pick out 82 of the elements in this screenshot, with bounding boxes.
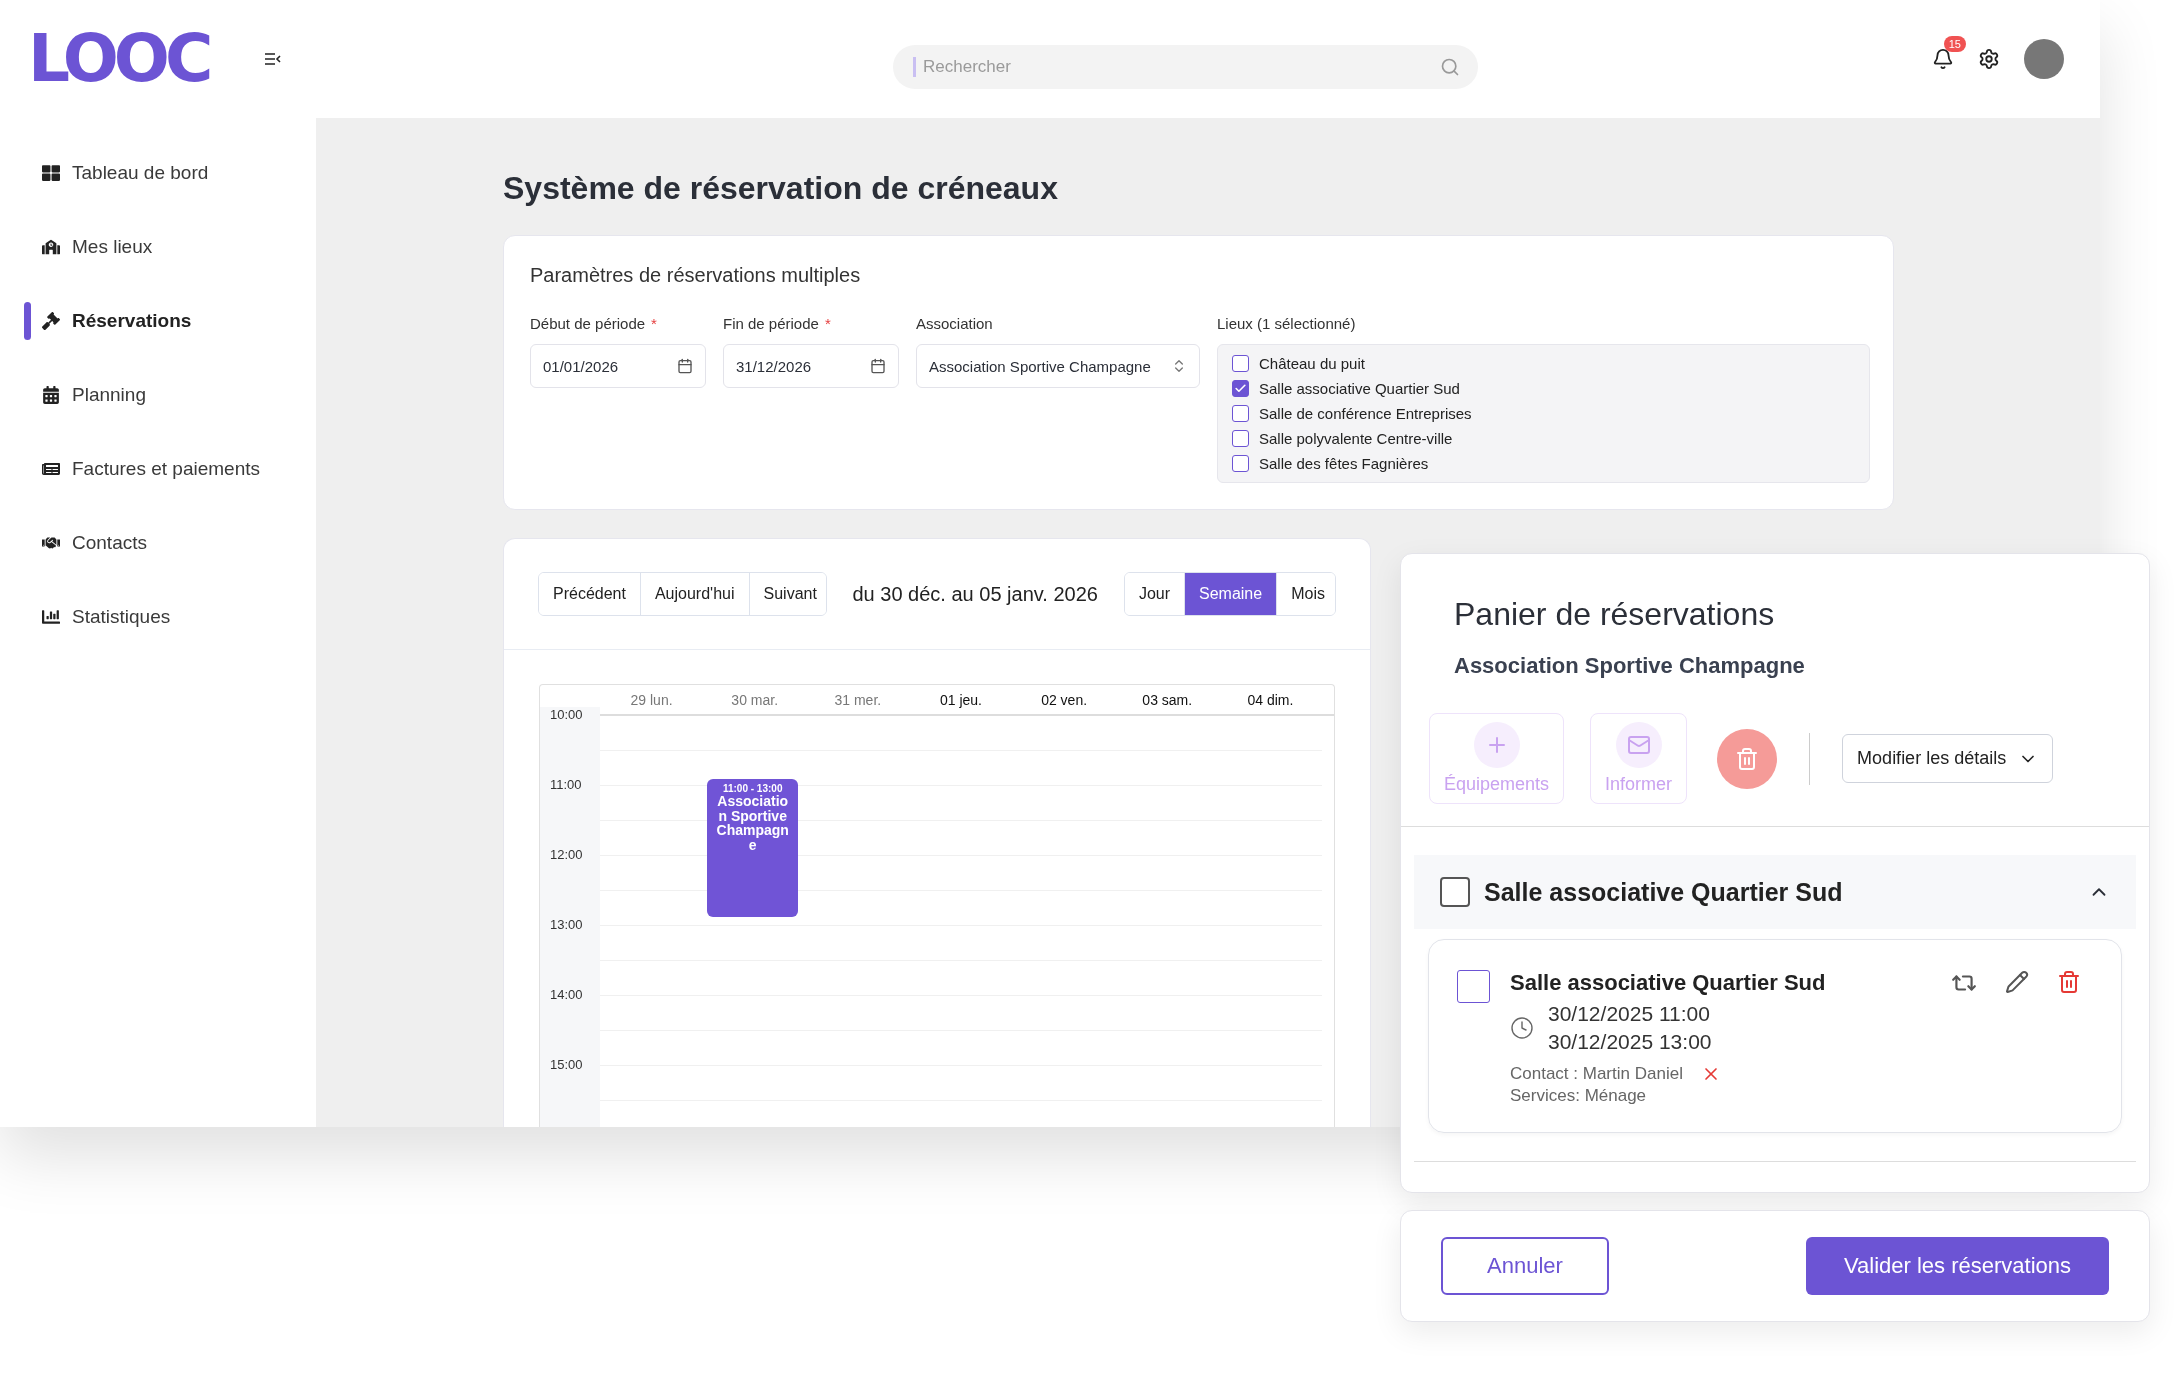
day-header: 03 sam. (1142, 691, 1193, 708)
notification-badge: 15 (1943, 36, 1966, 52)
avatar[interactable] (2024, 39, 2064, 79)
checkbox[interactable] (1232, 455, 1249, 472)
day-header: 30 mar. (731, 691, 779, 708)
card-title: Paramètres de réservations multiples (530, 264, 862, 287)
option-label: Salle polyvalente Centre-ville (1259, 430, 1453, 447)
view-tab[interactable]: Semaine (1184, 573, 1277, 615)
calendar-icon[interactable] (677, 358, 693, 374)
day-header: 04 dim. (1247, 691, 1294, 708)
services-text: Services: Ménage (1510, 1086, 1648, 1106)
sidebar-item[interactable]: Contacts (0, 506, 316, 580)
view-tab[interactable]: Mois (1276, 573, 1335, 615)
page-title: Système de réservation de créneaux (503, 170, 1059, 207)
delete-icon[interactable] (2057, 970, 2081, 994)
calendar-icon (42, 386, 60, 404)
text-cursor (913, 57, 916, 77)
field-label: Fin de période * (723, 315, 832, 332)
details-dropdown[interactable]: Modifier les détails (1842, 734, 2054, 783)
sidebar-item[interactable]: Réservations (0, 284, 316, 358)
checkbox[interactable] (1232, 355, 1249, 372)
group-title: Salle associative Quartier Sud (1484, 877, 1844, 907)
calendar-event[interactable]: 11:00 - 13:00 Association Sportive Champagne (707, 779, 799, 917)
confirm-button[interactable]: Valider les réservations (1805, 1237, 2109, 1295)
contact-text: Contact : Martin Daniel (1510, 1064, 1683, 1084)
option-label: Salle de conférence Entreprises (1259, 405, 1472, 422)
search-field[interactable]: Rechercher (893, 45, 1478, 89)
date-range: du 30 déc. au 05 janv. 2026 (852, 582, 1098, 606)
checkbox[interactable] (1232, 430, 1249, 447)
sidebar-item[interactable]: Tableau de bord (0, 136, 316, 210)
checkbox[interactable] (1232, 405, 1249, 422)
notification-bell-icon[interactable] (1932, 48, 1954, 70)
field-label: Début de période * (530, 315, 658, 332)
check-icon (1234, 382, 1247, 395)
day-header: 31 mer. (834, 691, 882, 708)
booking-end: 30/12/2025 13:00 (1548, 1030, 1712, 1054)
edit-icon[interactable] (2005, 970, 2029, 994)
gavel-icon (42, 312, 60, 330)
newspaper-icon (42, 460, 60, 478)
settings-icon[interactable] (1978, 48, 2000, 70)
option-label: Salle associative Quartier Sud (1259, 380, 1460, 397)
nav-button[interactable]: Suivant (748, 573, 826, 615)
calendar-icon[interactable] (870, 358, 886, 374)
sidebar-item[interactable]: Planning (0, 358, 316, 432)
sidebar-item[interactable]: Statistiques (0, 580, 316, 654)
association-name: Association Sportive Champagne (1454, 653, 1806, 679)
clock-icon (1510, 1016, 1534, 1040)
bar-chart-icon (42, 608, 60, 626)
hour-label: 12:00 (550, 847, 583, 862)
building-icon (42, 238, 60, 256)
menu-toggle-icon[interactable] (264, 52, 283, 66)
booking-start: 30/12/2025 11:00 (1548, 1002, 1711, 1026)
sidebar-item[interactable]: Factures et paiements (0, 432, 316, 506)
date-field[interactable]: 31/12/2026 (723, 344, 899, 388)
date-field[interactable]: 01/01/2026 (530, 344, 706, 388)
booking-title: Salle associative Quartier Sud (1510, 970, 1827, 996)
day-header: 29 lun. (630, 691, 673, 708)
hour-label: 11:00 (550, 777, 582, 792)
logo: LOOC (28, 26, 209, 92)
cancel-button[interactable]: Annuler (1441, 1237, 1609, 1295)
checkbox[interactable] (1457, 970, 1490, 1003)
hour-label: 13:00 (550, 917, 583, 932)
active-indicator (24, 302, 31, 340)
grid-icon (42, 164, 60, 182)
trash-icon (1735, 746, 1760, 771)
day-header: 01 jeu. (939, 691, 982, 708)
option-label: Château du puit (1259, 355, 1365, 372)
hour-label: 10:00 (550, 707, 583, 722)
checkbox[interactable] (1232, 380, 1249, 397)
sidebar-item[interactable]: Mes lieux (0, 210, 316, 284)
option-label: Salle des fêtes Fagnières (1259, 455, 1429, 472)
hour-label: 14:00 (550, 987, 583, 1002)
association-select[interactable]: Association Sportive Champagne (916, 344, 1200, 388)
panel-title: Panier de réservations (1454, 596, 1776, 633)
hour-label: 15:00 (550, 1057, 583, 1072)
mail-icon (1615, 722, 1662, 768)
field-label: Lieux (1 sélectionné) (1217, 315, 1357, 332)
day-header: 02 ven. (1041, 691, 1088, 708)
search-icon[interactable] (1440, 57, 1460, 77)
checkbox[interactable] (1440, 877, 1470, 907)
field-label: Association (916, 315, 994, 332)
plus-icon (1473, 722, 1520, 768)
